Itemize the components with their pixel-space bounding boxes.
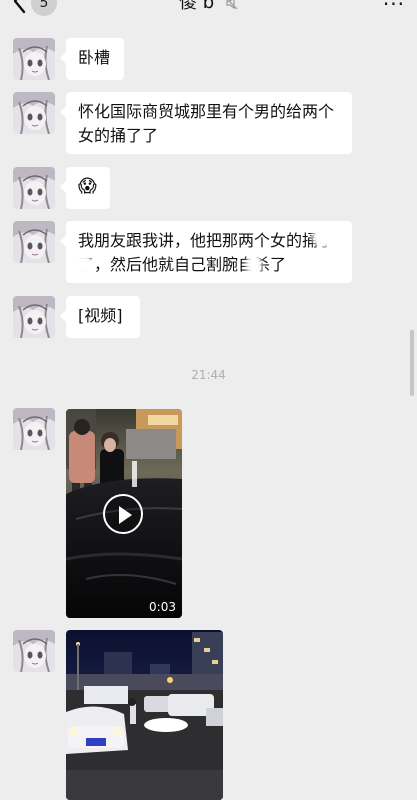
redaction-smudge: [72, 255, 94, 275]
image-message[interactable]: [66, 630, 223, 800]
message-bubble[interactable]: [视频]: [60, 296, 140, 338]
redaction-smudge: [216, 126, 248, 146]
chat-title: 傻 b: [0, 0, 417, 14]
redaction-smudge: [302, 255, 322, 275]
more-options-icon[interactable]: ···: [383, 0, 405, 16]
message-bubble[interactable]: 我朋友跟我讲，他把那两个女的捅了了，然后他就自己割腕自杀了: [60, 221, 352, 283]
message-text: 怀化国际商贸城那里有个男的给两个女的捅了了: [78, 102, 335, 145]
image-thumbnail: [66, 630, 223, 800]
avatar[interactable]: [13, 167, 55, 209]
message-bubble[interactable]: 怀化国际商贸城那里有个男的给两个女的捅了了: [60, 92, 352, 154]
message-text: [视频]: [78, 306, 123, 325]
message-bubble[interactable]: 卧槽: [60, 38, 124, 80]
mute-icon: [226, 0, 238, 10]
scrollbar[interactable]: [410, 330, 414, 396]
chat-timestamp: 21:44: [191, 368, 226, 382]
avatar[interactable]: [13, 296, 55, 338]
scream-emoji: 😱: [78, 176, 97, 197]
chat-title-text: 傻 b: [179, 0, 215, 13]
emoji-bubble[interactable]: 😱: [60, 167, 110, 209]
play-button-icon[interactable]: [103, 494, 143, 534]
message-text: 卧槽: [78, 48, 111, 67]
redaction-smudge: [246, 255, 262, 275]
avatar[interactable]: [13, 630, 55, 672]
avatar[interactable]: [13, 92, 55, 134]
message-text: 我朋友跟我讲，他把那两个女的捅了了，然后他就自己割腕自杀了: [78, 231, 335, 274]
redaction-smudge: [312, 227, 344, 247]
chat-header: 5 傻 b ···: [0, 0, 417, 22]
video-duration: 0:03: [149, 600, 176, 614]
avatar[interactable]: [13, 221, 55, 263]
video-message[interactable]: 0:03: [66, 409, 182, 618]
avatar[interactable]: [13, 408, 55, 450]
avatar[interactable]: [13, 38, 55, 80]
